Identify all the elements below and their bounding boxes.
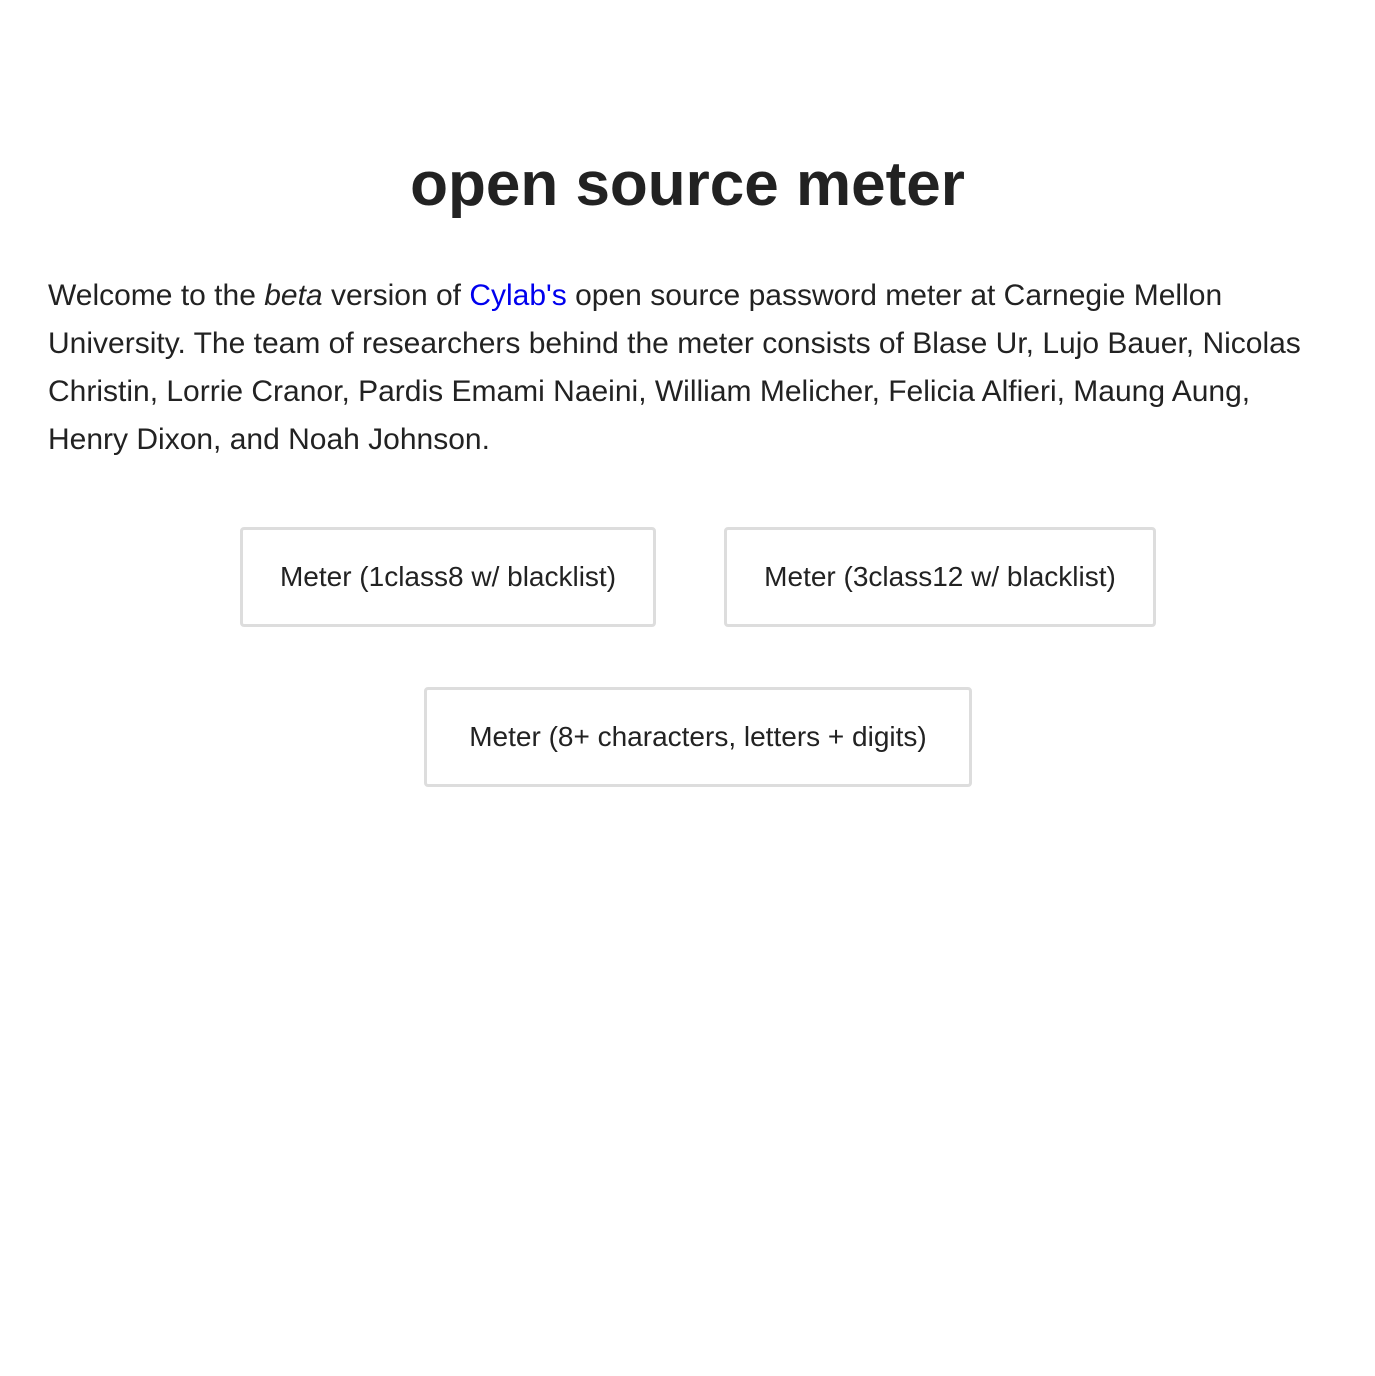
meter-1class8-button[interactable]: Meter (1class8 w/ blacklist) bbox=[240, 527, 656, 627]
intro-text-start: Welcome to the bbox=[48, 279, 265, 312]
intro-beta-emphasis: beta bbox=[264, 279, 323, 312]
intro-paragraph: Welcome to the beta version of Cylab's o… bbox=[48, 272, 1338, 464]
meter-3class12-button[interactable]: Meter (3class12 w/ blacklist) bbox=[724, 527, 1156, 627]
intro-text-middle: version of bbox=[322, 279, 470, 312]
cylab-link[interactable]: Cylab's bbox=[469, 279, 566, 312]
meter-8-chars-letters-digits-button[interactable]: Meter (8+ characters, letters + digits) bbox=[424, 687, 972, 787]
page-title: open source meter bbox=[410, 150, 965, 219]
